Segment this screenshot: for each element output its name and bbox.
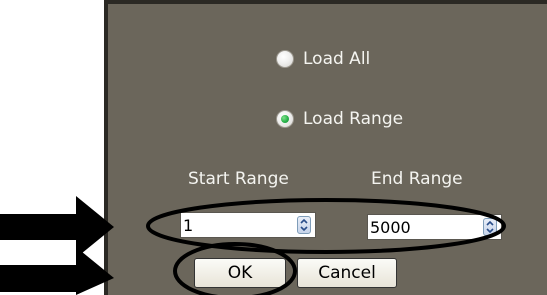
- highlight-annotations: [146, 198, 506, 295]
- ok-highlight-ellipse: [173, 242, 297, 295]
- range-highlight-ellipse: [146, 198, 506, 254]
